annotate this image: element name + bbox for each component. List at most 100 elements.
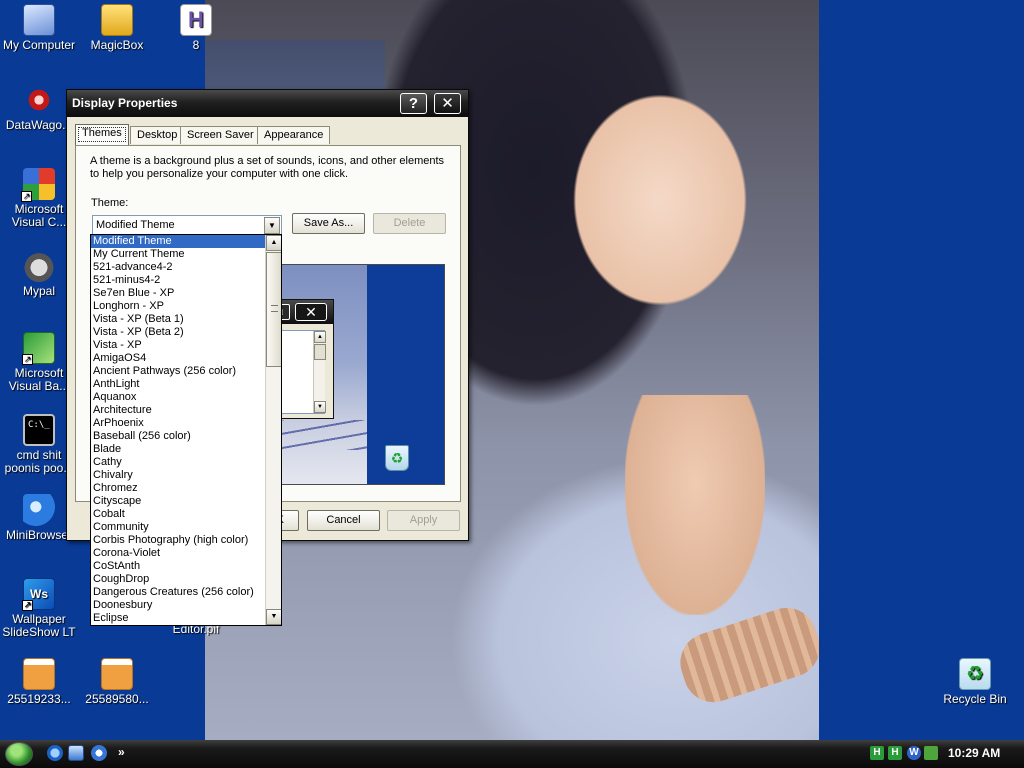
theme-preview: ♻ □ ✕ ▲ ▼ <box>273 264 445 485</box>
h-tray-icon[interactable]: H <box>870 746 884 760</box>
delete-button[interactable]: Delete <box>373 213 446 234</box>
network-icon <box>23 84 55 116</box>
chevron-down-icon[interactable]: ▼ <box>264 217 280 234</box>
window-title: Display Properties <box>72 96 178 110</box>
scroll-down-icon[interactable]: ▼ <box>266 609 281 625</box>
w-tray-icon[interactable]: W <box>907 746 921 760</box>
theme-option[interactable]: Ancient Pathways (256 color) <box>91 365 265 378</box>
desktop-icon-magicbox[interactable]: MagicBox <box>78 4 156 52</box>
theme-option[interactable]: CoughDrop <box>91 573 265 586</box>
window-titlebar[interactable]: Display Properties ? ✕ <box>67 90 468 117</box>
quick-launch-more-button[interactable]: » <box>118 745 125 759</box>
help-button[interactable]: ? <box>400 93 427 114</box>
scroll-up-icon[interactable]: ▲ <box>266 235 281 251</box>
desktop-icon-label: Wallpaper <box>12 613 66 626</box>
cmd-icon-text: C:\_ <box>28 420 50 430</box>
theme-option[interactable]: My Current Theme <box>91 248 265 261</box>
command-prompt-icon: C:\_ <box>23 414 55 446</box>
theme-option[interactable]: 521-advance4-2 <box>91 261 265 274</box>
tab-themes[interactable]: Themes <box>75 124 129 145</box>
desktop-icon-image-2[interactable]: 25589580... <box>78 658 156 706</box>
theme-option[interactable]: Chromez <box>91 482 265 495</box>
tab-appearance[interactable]: Appearance <box>257 126 331 144</box>
desktop-icon-image-1[interactable]: 25519233... <box>0 658 78 706</box>
shortcut-arrow-icon: ↗ <box>21 191 32 202</box>
theme-option[interactable]: 521-minus4-2 <box>91 274 265 287</box>
grip-icon <box>271 305 278 312</box>
theme-option[interactable]: Architecture <box>91 404 265 417</box>
theme-select-value: Modified Theme <box>96 219 175 231</box>
theme-option[interactable]: AnthLight <box>91 378 265 391</box>
theme-option[interactable]: Corbis Photography (high color) <box>91 534 265 547</box>
visual-basic-icon: ↗ <box>22 332 55 365</box>
theme-option[interactable]: Aquanox <box>91 391 265 404</box>
theme-option[interactable]: Vista - XP (Beta 1) <box>91 313 265 326</box>
theme-list-scrollbar[interactable]: ▲ ▼ <box>265 235 281 625</box>
computer-icon <box>23 4 55 36</box>
theme-option[interactable]: CoStAnth <box>91 560 265 573</box>
shortcut-arrow-icon: ↗ <box>22 354 33 365</box>
theme-option[interactable]: Vista - XP <box>91 339 265 352</box>
start-button[interactable] <box>5 742 33 766</box>
theme-list-items: Modified Theme My Current Theme 521-advanc… <box>91 235 265 625</box>
desktop-icon-label: Recycle Bin <box>943 693 1007 706</box>
h-document-icon: H <box>180 4 212 36</box>
theme-option[interactable]: Vista - XP (Beta 2) <box>91 326 265 339</box>
theme-option[interactable]: Cobalt <box>91 508 265 521</box>
preview-scroll-thumb <box>314 344 326 360</box>
scroll-thumb[interactable] <box>266 252 281 367</box>
theme-label: Theme: <box>91 197 129 209</box>
desktop-icon-label: 25519233... <box>7 693 71 706</box>
show-desktop-icon[interactable] <box>68 745 84 761</box>
desktop-icon-label: 8 <box>192 39 200 52</box>
theme-option[interactable]: Doonesbury <box>91 599 265 612</box>
theme-option[interactable]: Se7en Blue - XP <box>91 287 265 300</box>
preview-scroll-up-icon: ▲ <box>314 331 326 343</box>
theme-option[interactable]: Blade <box>91 443 265 456</box>
help-icon: ? <box>408 95 419 112</box>
cancel-button[interactable]: Cancel <box>307 510 380 531</box>
h-tray-icon[interactable]: H <box>888 746 902 760</box>
theme-option[interactable]: Cathy <box>91 456 265 469</box>
close-button[interactable]: ✕ <box>434 93 461 114</box>
close-icon: ✕ <box>441 95 454 112</box>
media-player-icon[interactable] <box>91 745 107 761</box>
preview-wallpaper-detail <box>274 420 367 450</box>
theme-option[interactable]: ArPhoenix <box>91 417 265 430</box>
raccoon-browser-icon <box>23 250 55 282</box>
network-tray-icon[interactable] <box>924 746 938 760</box>
preview-window: □ ✕ ▲ ▼ <box>274 299 334 419</box>
theme-dropdown-list[interactable]: Modified Theme My Current Theme 521-advanc… <box>90 234 282 626</box>
internet-explorer-icon[interactable] <box>47 745 63 761</box>
preview-scroll-down-icon: ▼ <box>314 401 326 413</box>
theme-option[interactable]: Chivalry <box>91 469 265 482</box>
desktop-icon-my-computer[interactable]: My Computer <box>0 4 78 52</box>
theme-option[interactable]: Baseball (256 color) <box>91 430 265 443</box>
theme-option[interactable]: Dangerous Creatures (256 color) <box>91 586 265 599</box>
save-as-button[interactable]: Save As... <box>292 213 365 234</box>
minibrowser-icon <box>23 494 55 526</box>
tab-desktop[interactable]: Desktop <box>130 126 185 144</box>
desktop-icon-label: MagicBox <box>90 39 144 52</box>
clock[interactable]: 10:29 AM <box>948 746 1000 760</box>
tab-screen-saver[interactable]: Screen Saver <box>180 126 261 144</box>
desktop-icon-label: My Computer <box>2 39 76 52</box>
apply-button[interactable]: Apply <box>387 510 460 531</box>
preview-window-titlebar: □ ✕ <box>274 300 333 324</box>
image-file-icon <box>101 658 133 690</box>
shortcut-arrow-icon: ↗ <box>22 600 33 611</box>
theme-select[interactable]: Modified Theme ▼ <box>92 215 282 236</box>
desktop-icon-recycle-bin[interactable]: ♻ Recycle Bin <box>936 658 1014 706</box>
theme-option[interactable]: Modified Theme <box>91 235 265 248</box>
desktop-icon-8[interactable]: H 8 <box>157 4 235 52</box>
theme-option[interactable]: AmigaOS4 <box>91 352 265 365</box>
desktop-icon-wallpaper-slideshow[interactable]: Ws ↗ Wallpaper SlideShow LT <box>0 578 78 639</box>
theme-option[interactable]: Cityscape <box>91 495 265 508</box>
theme-option[interactable]: Community <box>91 521 265 534</box>
preview-scrollbar: ▲ ▼ <box>313 331 326 413</box>
recycle-bin-icon: ♻ <box>959 658 991 690</box>
theme-option[interactable]: Corona-Violet <box>91 547 265 560</box>
theme-option[interactable]: Longhorn - XP <box>91 300 265 313</box>
folder-icon <box>101 4 133 36</box>
theme-option[interactable]: Eclipse <box>91 612 265 625</box>
